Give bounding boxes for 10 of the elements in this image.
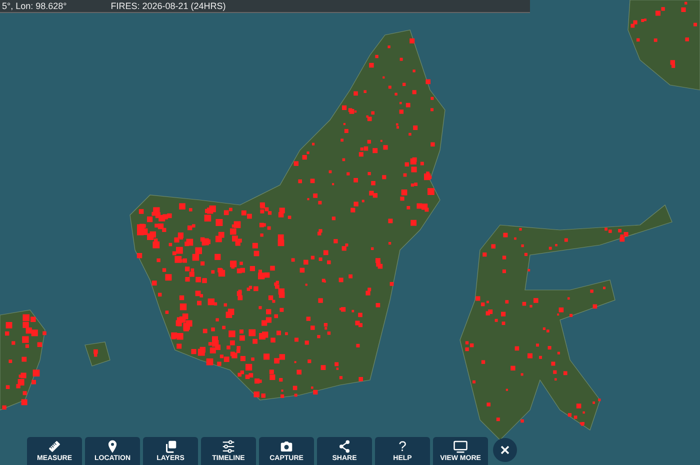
share-icon bbox=[337, 439, 352, 454]
monitor-icon bbox=[453, 439, 468, 454]
camera-icon bbox=[279, 439, 294, 454]
sliders-icon bbox=[221, 439, 236, 454]
layers-icon bbox=[163, 439, 178, 454]
close-icon bbox=[498, 443, 512, 457]
question-mark-icon: ? bbox=[398, 439, 406, 454]
landmass bbox=[84, 342, 110, 366]
coordinates-text: 5°, Lon: 98.628° bbox=[2, 1, 67, 11]
fires-date-text: FIRES: 2026-08-21 (24HRS) bbox=[110, 1, 226, 11]
